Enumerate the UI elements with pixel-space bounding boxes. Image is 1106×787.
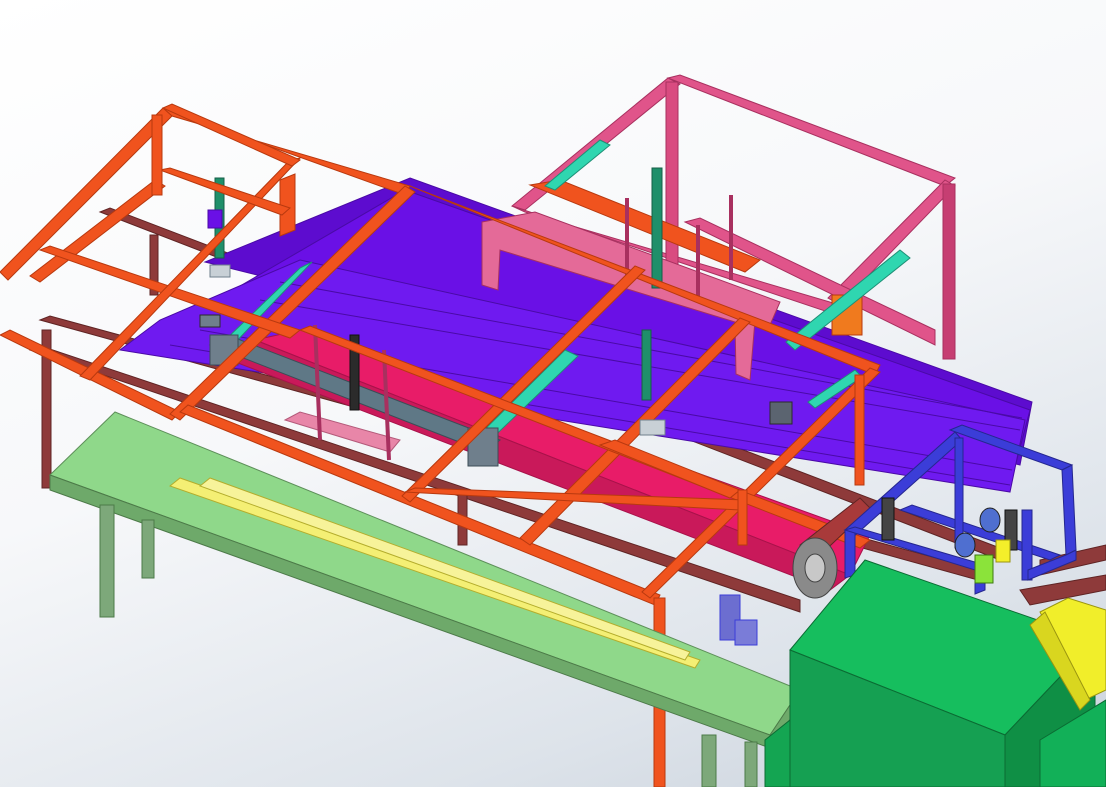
orange-brace — [158, 167, 291, 216]
orange-leg — [151, 114, 163, 196]
teal-cylinder — [544, 139, 611, 191]
conveyor-leg — [744, 741, 758, 787]
conveyor-leg — [701, 734, 717, 787]
conveyor-leg — [99, 504, 115, 618]
cad-viewport[interactable] — [0, 0, 1106, 787]
orange-leg — [854, 374, 865, 486]
orange-beam-upper — [161, 103, 301, 167]
conveyor-leg — [141, 519, 155, 579]
vertical-cylinder — [641, 329, 652, 401]
pink-beam-top-back — [666, 74, 956, 187]
machine-assembly-model[interactable] — [0, 0, 1106, 787]
orange-leg — [737, 489, 748, 546]
green-conveyor — [49, 411, 801, 787]
pink-post — [665, 81, 679, 288]
pink-beam-top-right — [827, 179, 956, 306]
pink-post — [942, 183, 956, 360]
vertical-cylinder — [651, 167, 663, 289]
